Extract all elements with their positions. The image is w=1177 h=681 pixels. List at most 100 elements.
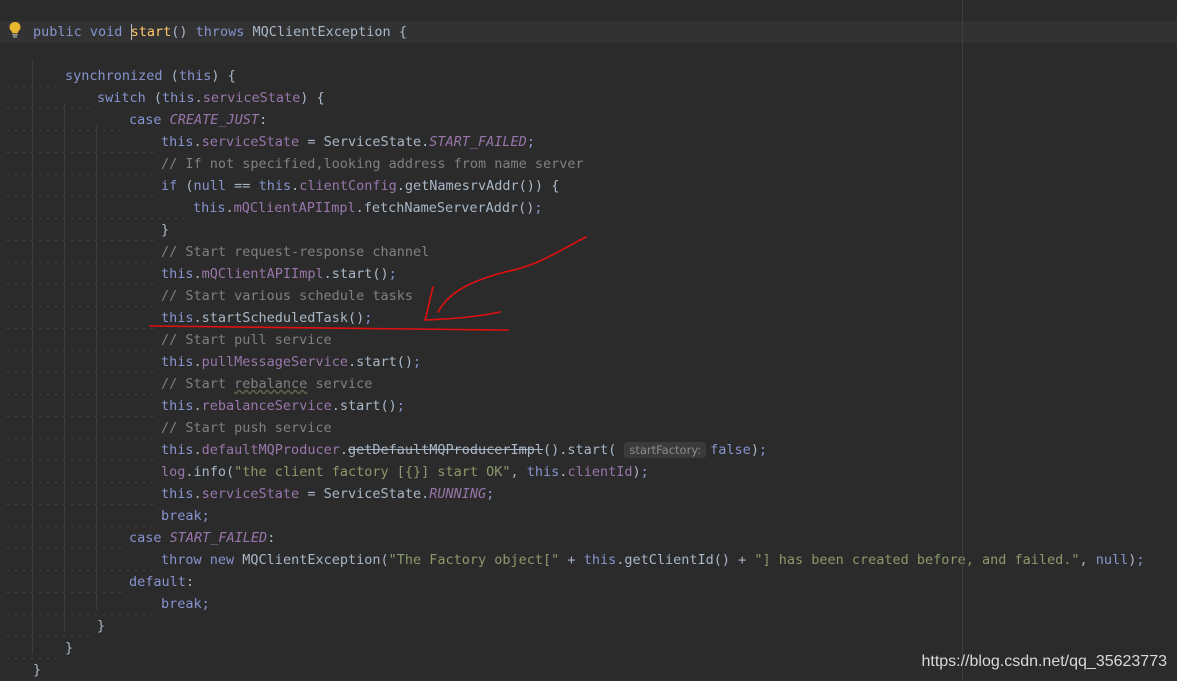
code-token: case (129, 530, 162, 546)
code-text: } (161, 219, 169, 241)
code-token: RUNNING (429, 486, 487, 502)
code-token: ) (750, 442, 759, 458)
code-token: // Start pull service (161, 332, 332, 348)
code-token: "The Factory object[" (388, 552, 560, 568)
code-editor[interactable]: public void start() throws MQClientExcep… (0, 0, 1177, 681)
indent-whitespace (4, 417, 157, 439)
lightbulb-icon[interactable] (8, 21, 22, 39)
indent-guide (96, 125, 97, 610)
code-token: ; (201, 596, 210, 612)
code-token: log (161, 464, 186, 480)
code-token: . (193, 398, 202, 414)
code-token: if (161, 178, 178, 194)
code-token: } (97, 618, 106, 634)
code-token: = ServiceState. (299, 486, 430, 502)
code-text: // If not specified,looking address from… (161, 153, 584, 175)
code-text: break; (161, 593, 210, 615)
code-token: : (259, 112, 268, 128)
code-text: } (97, 615, 105, 637)
code-text: switch (this.serviceState) { (97, 87, 325, 109)
code-token: () (171, 24, 196, 40)
code-text: this.mQClientAPIImpl.fetchNameServerAddr… (193, 197, 543, 219)
indent-whitespace (4, 307, 157, 329)
code-text: this.serviceState = ServiceState.START_F… (161, 131, 535, 153)
indent-whitespace (4, 87, 93, 109)
code-token: start (130, 24, 172, 40)
code-token: ( (177, 178, 194, 194)
indent-whitespace (4, 241, 157, 263)
code-token: ; (413, 354, 422, 370)
code-token: break (161, 508, 202, 524)
code-token: mQClientAPIImpl (233, 200, 356, 216)
code-text: this.serviceState = ServiceState.RUNNING… (161, 483, 494, 505)
code-line[interactable]: public void start() throws MQClientExcep… (0, 21, 1177, 43)
code-token: . (193, 442, 202, 458)
code-text: // Start various schedule tasks (161, 285, 413, 307)
code-text: // Start request-response channel (161, 241, 429, 263)
code-token: // Start various schedule tasks (161, 288, 413, 304)
code-token: . (193, 266, 202, 282)
indent-whitespace (4, 505, 157, 527)
code-token: clientId (567, 464, 633, 480)
code-token: .info( (185, 464, 235, 480)
code-token: } (161, 222, 170, 238)
code-token: ; (526, 134, 535, 150)
indent-whitespace (4, 351, 157, 373)
code-token: this (193, 200, 226, 216)
indent-whitespace (4, 593, 157, 615)
code-token: // If not specified,looking address from… (161, 156, 584, 172)
code-text: log.info("the client factory [{}] start … (161, 461, 649, 483)
code-token: } (65, 640, 74, 656)
code-token: .start() (347, 354, 413, 370)
code-token: void (89, 24, 123, 40)
code-text: this.rebalanceService.start(); (161, 395, 405, 417)
code-token: ; (1136, 552, 1145, 568)
code-token: ( (162, 68, 179, 84)
watermark: https://blog.csdn.net/qq_35623773 (921, 653, 1167, 670)
code-text: // Start pull service (161, 329, 332, 351)
code-token: MQClientException { (244, 24, 407, 40)
code-text: break; (161, 505, 210, 527)
code-token: . (225, 200, 234, 216)
code-token: this (178, 68, 212, 84)
code-token: rebalance (234, 376, 308, 392)
code-token: : (267, 530, 276, 546)
code-text: this.mQClientAPIImpl.start(); (161, 263, 397, 285)
right-margin-guide (962, 0, 963, 681)
code-token: , (510, 464, 527, 480)
code-token: . (194, 90, 203, 106)
code-token: .getNamesrvAddr()) { (396, 178, 560, 194)
code-token: . (193, 134, 202, 150)
code-token: null (1095, 552, 1129, 568)
code-token: .startScheduledTask() (193, 310, 365, 326)
code-token: = ServiceState. (299, 134, 430, 150)
code-token: null (193, 178, 227, 194)
code-token: ) { (211, 68, 236, 84)
code-token: : (185, 574, 195, 590)
code-text: case CREATE_JUST: (129, 109, 267, 131)
code-token: == (226, 178, 259, 194)
indent-whitespace (4, 219, 157, 241)
code-token: case (129, 112, 162, 128)
code-token: serviceState (201, 486, 300, 502)
code-token: ) (632, 464, 641, 480)
code-text: if (null == this.clientConfig.getNamesrv… (161, 175, 559, 197)
code-text: } (33, 659, 41, 681)
code-text: case START_FAILED: (129, 527, 275, 549)
code-token: . (291, 178, 300, 194)
code-token: this (161, 442, 194, 458)
code-text: throw new MQClientException("The Factory… (161, 549, 1145, 571)
code-token: rebalanceService (201, 398, 332, 414)
code-token: getDefaultMQProducerImpl (347, 442, 544, 458)
code-token: this (161, 134, 194, 150)
code-token: public (33, 24, 82, 40)
code-token: ; (388, 266, 397, 282)
indent-whitespace (4, 395, 157, 417)
indent-whitespace (4, 285, 157, 307)
code-token: .start() (331, 398, 397, 414)
code-token: ( (145, 90, 163, 106)
